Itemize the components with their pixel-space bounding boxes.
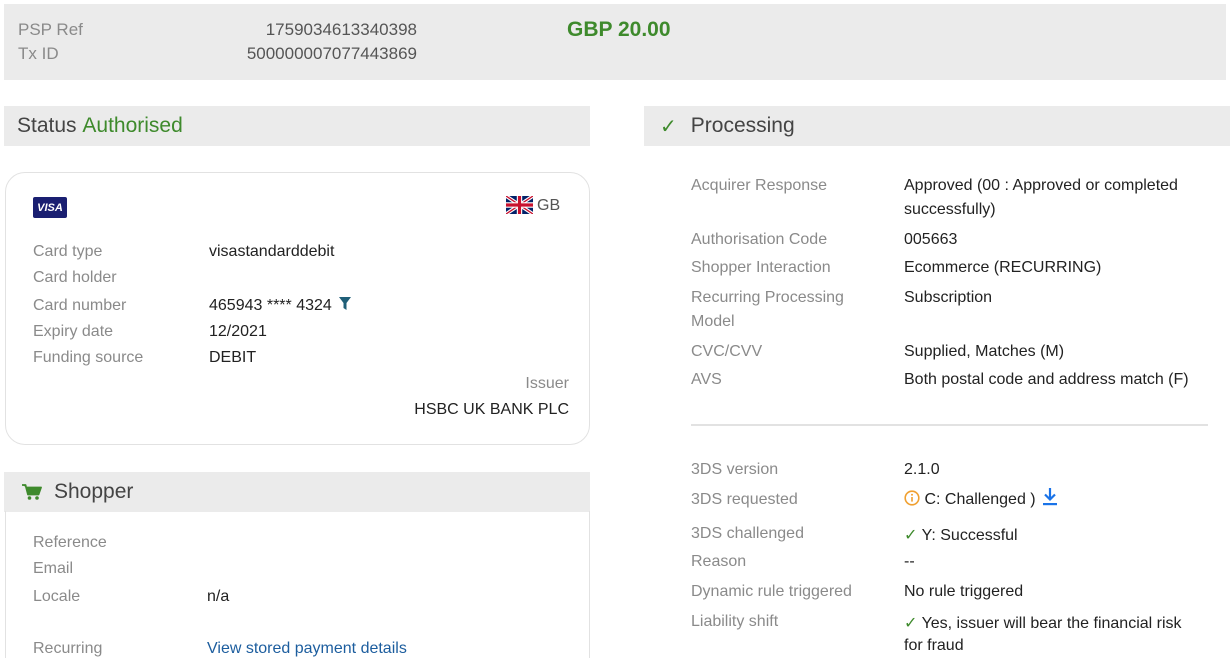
status-badge: Authorised xyxy=(82,114,183,137)
psp-ref-value: 1759034613340398 xyxy=(265,20,417,39)
auth-code-value: 005663 xyxy=(904,231,958,248)
reason-label: Reason xyxy=(691,553,747,570)
info-circle-icon xyxy=(904,490,920,506)
funding-source-label: Funding source xyxy=(33,349,144,366)
checkmark-icon: ✓ xyxy=(904,527,918,544)
tds-requested-text: C: Challenged ) xyxy=(924,491,1036,508)
acquirer-response-label: Acquirer Response xyxy=(691,177,828,194)
expiry-date-value: 12/2021 xyxy=(209,323,267,340)
visa-logo-icon: VISA xyxy=(33,197,67,218)
checkmark-icon: ✓ xyxy=(660,115,677,138)
recurring-model-value: Subscription xyxy=(904,289,993,306)
cvc-label: CVC/CVV xyxy=(691,343,763,360)
tds-version-label: 3DS version xyxy=(691,461,779,478)
liability-shift-text: Yes, issuer will bear the financial risk xyxy=(921,615,1182,632)
avs-label: AVS xyxy=(691,371,722,388)
tds-challenged-label: 3DS challenged xyxy=(691,525,804,542)
card-details-panel: VISA GB Card type visastandarddebit Card… xyxy=(5,172,590,445)
card-holder-label: Card holder xyxy=(33,269,117,286)
acquirer-response-value-line1: Approved (00 : Approved or completed xyxy=(904,177,1178,194)
transaction-header: PSP Ref 1759034613340398 Tx ID 500000007… xyxy=(4,4,1226,80)
tds-version-value: 2.1.0 xyxy=(904,461,940,478)
card-number-text: 465943 **** 4324 xyxy=(209,297,332,314)
liability-shift-value-line2: for fraud xyxy=(904,637,964,654)
liability-shift-label: Liability shift xyxy=(691,613,779,630)
expiry-date-label: Expiry date xyxy=(33,323,114,340)
tds-requested-value: C: Challenged ) xyxy=(904,488,1058,509)
card-country: GB xyxy=(537,197,561,214)
shopper-interaction-value: Ecommerce (RECURRING) xyxy=(904,259,1102,276)
email-label: Email xyxy=(33,560,74,577)
tds-challenged-value: ✓ Y: Successful xyxy=(904,525,1018,545)
card-type-label: Card type xyxy=(33,243,103,260)
section-divider xyxy=(691,424,1208,426)
status-label: Status xyxy=(17,114,77,137)
shopper-title: Shopper xyxy=(54,480,134,503)
avs-value: Both postal code and address match (F) xyxy=(904,371,1189,388)
dynamic-rule-value: No rule triggered xyxy=(904,583,1024,600)
card-type-value: visastandarddebit xyxy=(209,243,335,260)
funding-source-value: DEBIT xyxy=(209,349,257,366)
auth-code-label: Authorisation Code xyxy=(691,231,828,248)
psp-ref-label: PSP Ref xyxy=(18,20,83,39)
transaction-amount: GBP 20.00 xyxy=(567,18,671,41)
recurring-label: Recurring xyxy=(33,640,103,657)
tds-challenged-text: Y: Successful xyxy=(921,527,1018,544)
recurring-model-label-line2: Model xyxy=(691,313,735,330)
cvc-value: Supplied, Matches (M) xyxy=(904,343,1065,360)
uk-flag-icon xyxy=(506,196,533,214)
shopping-cart-icon xyxy=(22,484,42,500)
locale-value: n/a xyxy=(207,588,230,605)
status-header: Status Authorised xyxy=(4,106,590,146)
tx-id-label: Tx ID xyxy=(18,44,59,63)
tx-id-value: 500000007077443869 xyxy=(246,44,417,63)
reason-value: -- xyxy=(904,553,915,570)
shopper-header: Shopper xyxy=(4,472,590,512)
acquirer-response-value-line2: successfully) xyxy=(904,201,996,218)
liability-shift-value-line1: ✓ Yes, issuer will bear the financial ri… xyxy=(904,613,1182,633)
tds-requested-label: 3DS requested xyxy=(691,491,798,508)
card-number-value: 465943 **** 4324 xyxy=(209,297,352,315)
issuer-label: Issuer xyxy=(525,375,569,392)
card-number-label: Card number xyxy=(33,297,127,314)
processing-title: Processing xyxy=(690,114,795,137)
shopper-interaction-label: Shopper Interaction xyxy=(691,259,831,276)
reference-label: Reference xyxy=(33,534,107,551)
recurring-model-label-line1: Recurring Processing xyxy=(691,289,844,306)
filter-icon[interactable] xyxy=(339,297,352,311)
dynamic-rule-label: Dynamic rule triggered xyxy=(691,583,852,600)
issuer-value: HSBC UK BANK PLC xyxy=(414,401,569,418)
locale-label: Locale xyxy=(33,588,81,605)
checkmark-icon: ✓ xyxy=(904,615,918,632)
download-icon[interactable] xyxy=(1042,487,1058,506)
view-stored-payment-link[interactable]: View stored payment details xyxy=(207,640,407,658)
processing-header: ✓ Processing xyxy=(644,106,1230,146)
shopper-panel: Reference Email Locale n/a Recurring Vie… xyxy=(5,511,590,658)
